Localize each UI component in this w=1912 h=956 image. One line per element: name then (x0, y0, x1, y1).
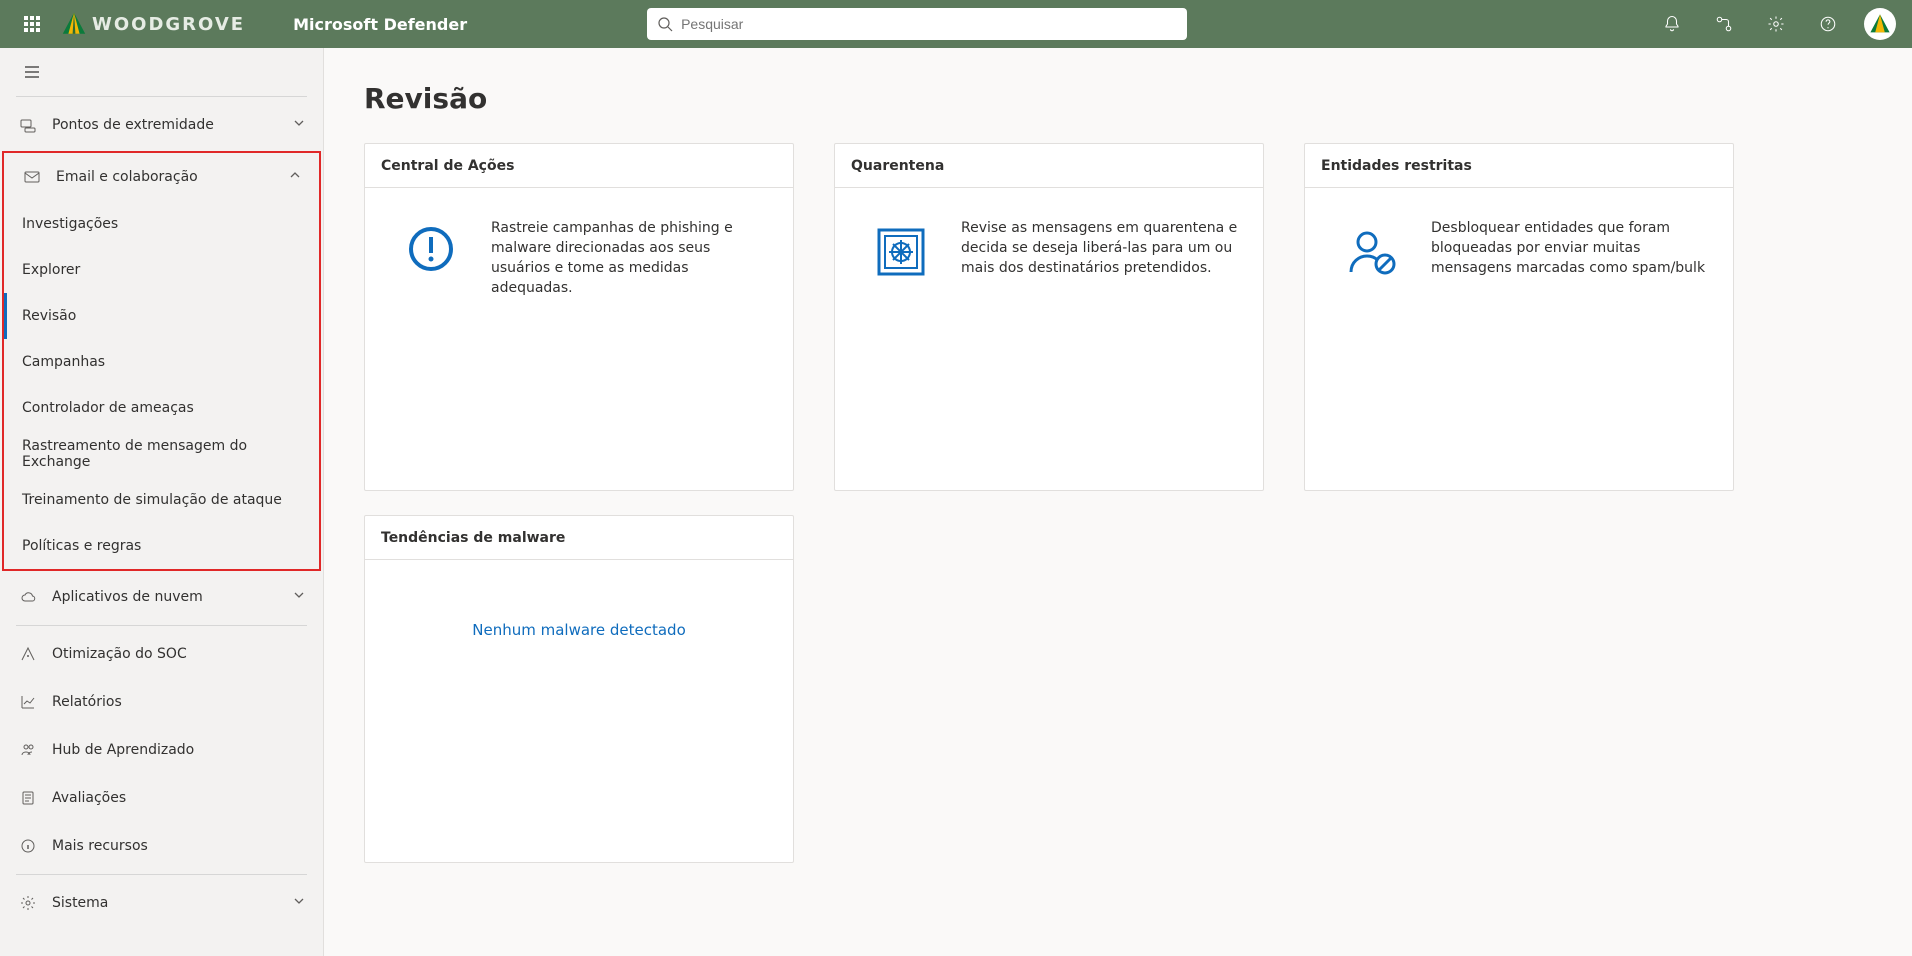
sidebar-item-cloud-apps[interactable]: Aplicativos de nuvem (0, 573, 323, 621)
waffle-icon (24, 16, 40, 32)
sidebar-toggle-button[interactable] (0, 52, 323, 92)
card-action-center[interactable]: Central de Ações Rastreie campanhas de p… (364, 143, 794, 491)
card-restricted-entities[interactable]: Entidades restritas Desbloquear entidade… (1304, 143, 1734, 491)
sidebar-item-system[interactable]: Sistema (0, 879, 323, 927)
app-title: Microsoft Defender (293, 15, 467, 34)
brand-text: WOODGROVE (92, 14, 245, 35)
divider (16, 96, 307, 97)
sidebar-item-reports[interactable]: Relatórios (0, 678, 323, 726)
card-body-text: Desbloquear entidades que foram bloquead… (1431, 218, 1709, 280)
sidebar-item-label: Políticas e regras (22, 538, 141, 554)
question-icon (1819, 15, 1837, 33)
sidebar-sub-explorer[interactable]: Explorer (4, 247, 319, 293)
card-body-text: Rastreie campanhas de phishing e malware… (491, 218, 769, 298)
sidebar-item-label: Aplicativos de nuvem (52, 589, 293, 605)
card-header: Tendências de malware (365, 516, 793, 560)
learning-icon (18, 742, 38, 758)
mail-icon (22, 169, 42, 185)
sidebar-sub-campaigns[interactable]: Campanhas (4, 339, 319, 385)
sidebar-item-label: Otimização do SOC (52, 646, 305, 662)
sidebar-item-endpoints[interactable]: Pontos de extremidade (0, 101, 323, 149)
sidebar-item-email-collab[interactable]: Email e colaboração (4, 153, 319, 201)
search-icon (657, 16, 673, 32)
card-quarantine[interactable]: Quarentena Revise as mensagens em quaren… (834, 143, 1264, 491)
sidebar-sub-review[interactable]: Revisão (4, 293, 319, 339)
chevron-down-icon (293, 895, 305, 911)
app-launcher-button[interactable] (12, 0, 52, 48)
page-title: Revisão (364, 82, 1872, 115)
sidebar-item-soc[interactable]: Otimização do SOC (0, 630, 323, 678)
card-malware-trends[interactable]: Tendências de malware Nenhum malware det… (364, 515, 794, 863)
sidebar-item-trials[interactable]: Avaliações (0, 774, 323, 822)
sidebar-sub-message-trace[interactable]: Rastreamento de mensagem do Exchange (4, 431, 319, 477)
header-actions (1652, 0, 1900, 48)
sidebar-item-label: Sistema (52, 895, 293, 911)
info-icon (18, 838, 38, 854)
blocked-user-icon (1329, 218, 1413, 280)
sidebar-item-more[interactable]: Mais recursos (0, 822, 323, 870)
org-logo: WOODGROVE (60, 10, 245, 38)
gear-icon (1767, 15, 1785, 33)
sidebar-item-label: Rastreamento de mensagem do Exchange (22, 438, 301, 470)
woodgrove-logo-icon (60, 10, 88, 38)
main-content: Revisão Central de Ações Rastreie campan… (324, 48, 1912, 956)
sidebar-item-label: Treinamento de simulação de ataque (22, 492, 282, 508)
sidebar-item-label: Pontos de extremidade (52, 117, 293, 133)
sidebar-item-label: Investigações (22, 216, 118, 232)
cards-row-2: Tendências de malware Nenhum malware det… (364, 515, 1872, 863)
flow-button[interactable] (1704, 0, 1744, 48)
sidebar-item-label: Explorer (22, 262, 80, 278)
notifications-button[interactable] (1652, 0, 1692, 48)
sidebar-item-label: Avaliações (52, 790, 305, 806)
sidebar-sub-threat-tracker[interactable]: Controlador de ameaças (4, 385, 319, 431)
sidebar-item-label: Relatórios (52, 694, 305, 710)
flow-icon (1715, 15, 1733, 33)
system-gear-icon (18, 895, 38, 911)
trials-icon (18, 790, 38, 806)
bell-icon (1663, 15, 1681, 33)
settings-button[interactable] (1756, 0, 1796, 48)
sidebar-sub-policies[interactable]: Políticas e regras (4, 523, 319, 569)
quarantine-icon (859, 218, 943, 280)
chevron-down-icon (293, 589, 305, 605)
sidebar-item-learning[interactable]: Hub de Aprendizado (0, 726, 323, 774)
sidebar-item-label: Controlador de ameaças (22, 400, 194, 416)
help-button[interactable] (1808, 0, 1848, 48)
chevron-down-icon (293, 117, 305, 133)
alert-circle-icon (389, 218, 473, 298)
endpoint-icon (18, 117, 38, 133)
chart-icon (18, 694, 38, 710)
sidebar: Pontos de extremidade Email e colaboraçã… (0, 48, 324, 956)
cards-row-1: Central de Ações Rastreie campanhas de p… (364, 143, 1872, 491)
account-button[interactable] (1860, 0, 1900, 48)
divider (16, 874, 307, 875)
app-header: WOODGROVE Microsoft Defender (0, 0, 1912, 48)
sidebar-item-label: Mais recursos (52, 838, 305, 854)
divider (16, 625, 307, 626)
global-search[interactable] (647, 8, 1187, 40)
highlighted-section: Email e colaboração Investigações Explor… (2, 151, 321, 571)
sidebar-item-label: Revisão (22, 308, 76, 324)
cloud-icon (18, 589, 38, 605)
sidebar-item-label: Hub de Aprendizado (52, 742, 305, 758)
sidebar-item-label: Email e colaboração (56, 169, 289, 185)
hamburger-icon (24, 64, 40, 80)
soc-icon (18, 646, 38, 662)
sidebar-item-label: Campanhas (22, 354, 105, 370)
sidebar-sub-attack-sim[interactable]: Treinamento de simulação de ataque (4, 477, 319, 523)
search-input[interactable] (647, 8, 1187, 40)
card-header: Quarentena (835, 144, 1263, 188)
sidebar-sub-investigations[interactable]: Investigações (4, 201, 319, 247)
chevron-up-icon (289, 169, 301, 185)
card-body-text: Revise as mensagens em quarentena e deci… (961, 218, 1239, 280)
card-header: Central de Ações (365, 144, 793, 188)
avatar (1864, 8, 1896, 40)
card-empty-state: Nenhum malware detectado (365, 560, 793, 700)
card-header: Entidades restritas (1305, 144, 1733, 188)
